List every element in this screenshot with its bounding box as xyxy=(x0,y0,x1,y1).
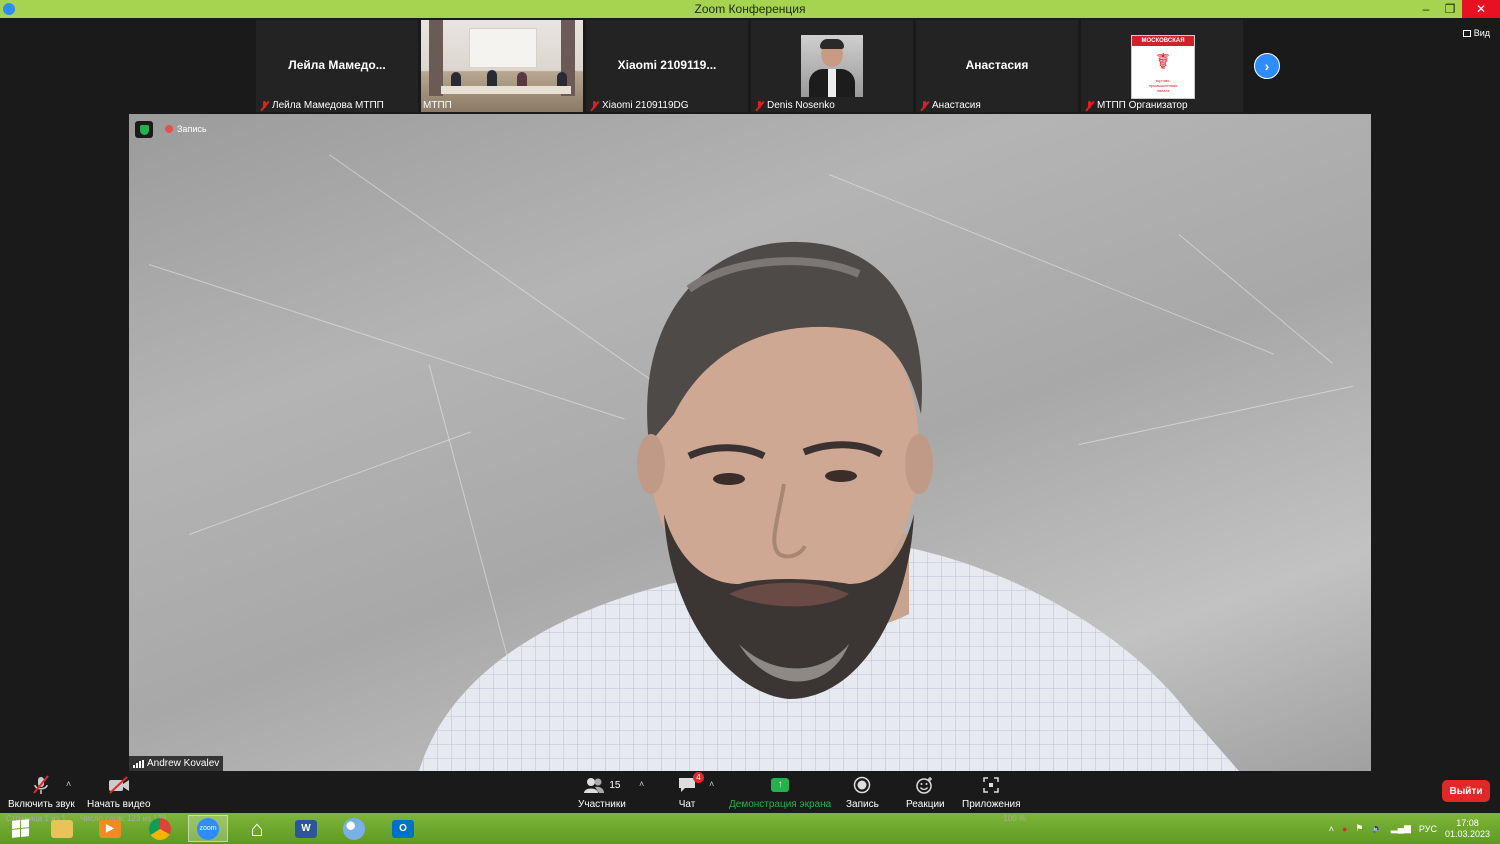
participants-options-caret-icon[interactable]: ˄ xyxy=(639,779,644,789)
meeting-toolbar: Включить звук ˄ Начать видео 15 Участник… xyxy=(0,771,1500,813)
participant-display-name: Лейла Мамедо... xyxy=(288,58,386,72)
share-screen-button[interactable]: ↑ Демонстрация экрана xyxy=(729,775,831,810)
audio-options-caret-icon[interactable]: ˄ xyxy=(66,779,71,789)
window-title: Zoom Конференция xyxy=(694,2,806,16)
zoom-icon: zoom xyxy=(197,817,219,840)
leave-meeting-button[interactable]: Выйти xyxy=(1442,780,1490,802)
participant-tile[interactable]: Xiaomi 2109119... Xiaomi 2109119DG xyxy=(586,20,748,112)
mic-muted-icon xyxy=(755,100,764,111)
view-button-label: Вид xyxy=(1473,28,1490,38)
taskbar-media-player[interactable]: ▶ xyxy=(90,815,130,842)
volume-icon[interactable]: 🔈 xyxy=(1371,823,1382,834)
word-zoom-level: 100 % xyxy=(1003,813,1026,823)
taskbar-word[interactable]: W xyxy=(286,815,326,842)
participant-label: МТПП Организатор xyxy=(1097,100,1188,111)
participant-tile[interactable]: МОСКОВСКАЯ ☤ торгово-промышленная палата … xyxy=(1081,20,1243,112)
participants-icon: 15 xyxy=(583,775,620,795)
speaker-name-tag: Andrew Kovalev xyxy=(129,756,224,771)
clock-date: 01.03.2023 xyxy=(1444,828,1490,839)
recording-dot-icon xyxy=(165,125,173,133)
network-icon[interactable]: ▂▄▆ xyxy=(1391,823,1411,834)
mic-muted-icon xyxy=(590,100,599,111)
mic-muted-icon xyxy=(1085,100,1094,111)
record-icon xyxy=(853,775,871,795)
microphone-muted-icon xyxy=(32,775,50,795)
taskbar-outlook[interactable]: O xyxy=(383,815,423,842)
view-button[interactable]: Вид xyxy=(1462,28,1490,38)
grid-view-icon xyxy=(1462,29,1471,37)
participant-label: Denis Nosenko xyxy=(767,100,835,111)
taskbar-home[interactable]: ⌂ xyxy=(237,815,277,842)
chat-icon: 4 xyxy=(677,772,704,795)
participant-tile[interactable]: Лейла Мамедо... Лейла Мамедова МТПП xyxy=(256,20,418,112)
speaker-silhouette xyxy=(419,241,1239,771)
clock-time: 17:08 xyxy=(1456,817,1479,828)
word-icon: W xyxy=(295,819,317,838)
next-page-chevron-icon[interactable]: › xyxy=(1254,53,1280,79)
participant-label: Анастасия xyxy=(932,100,981,111)
smiley-icon xyxy=(916,775,934,795)
participant-label: Лейла Мамедова МТПП xyxy=(272,100,384,111)
participant-tile[interactable]: Denis Nosenko xyxy=(751,20,913,112)
chrome-icon xyxy=(149,817,171,840)
windows-taskbar: Страница 1 из 1 Число слов: 123 из 138 1… xyxy=(0,813,1500,844)
tray-expand-icon[interactable]: ˄ xyxy=(1329,824,1334,834)
share-screen-icon: ↑ xyxy=(771,778,790,792)
taskbar-explorer[interactable] xyxy=(42,815,82,842)
restore-button[interactable]: ❐ xyxy=(1438,0,1462,18)
participant-display-name: Xiaomi 2109119... xyxy=(617,58,717,72)
participants-count: 15 xyxy=(609,779,621,791)
chat-unread-badge: 4 xyxy=(693,772,704,783)
participant-strip: Лейла Мамедо... Лейла Мамедова МТПП МТПП… xyxy=(0,18,1500,114)
profile-photo xyxy=(801,35,863,97)
taskbar-chrome[interactable] xyxy=(140,815,180,842)
signal-strength-icon xyxy=(133,759,144,768)
unmute-button[interactable]: Включить звук xyxy=(8,775,75,810)
outlook-icon: O xyxy=(392,819,414,838)
window-titlebar: Zoom Конференция – ❐ ✕ xyxy=(0,0,1500,18)
folder-icon xyxy=(51,819,73,838)
apps-icon xyxy=(982,775,1000,795)
recording-indicator: Запись xyxy=(165,124,207,134)
system-tray: ˄ ● ⚑ 🔈 ▂▄▆ РУС 17:08 01.03.2023 xyxy=(1329,813,1500,844)
recording-label: Запись xyxy=(177,124,207,134)
chat-button[interactable]: 4 Чат xyxy=(677,772,704,810)
paint-icon xyxy=(343,817,365,840)
speaker-name: Andrew Kovalev xyxy=(147,758,220,769)
participant-label: МТПП xyxy=(423,100,452,111)
minimize-button[interactable]: – xyxy=(1414,0,1438,18)
start-video-button[interactable]: Начать видео xyxy=(87,775,151,810)
taskbar-paint[interactable] xyxy=(334,815,374,842)
start-button[interactable] xyxy=(0,815,40,842)
antivirus-icon[interactable]: ● xyxy=(1342,824,1347,834)
mic-muted-icon xyxy=(260,100,269,111)
conference-room-video xyxy=(421,20,583,112)
language-indicator[interactable]: РУС xyxy=(1419,824,1437,834)
close-button[interactable]: ✕ xyxy=(1462,0,1500,18)
windows-logo-icon xyxy=(11,819,29,838)
participant-tile[interactable]: Анастасия Анастасия xyxy=(916,20,1078,112)
clock[interactable]: 17:08 01.03.2023 xyxy=(1445,818,1490,840)
reactions-button[interactable]: Реакции xyxy=(906,775,945,810)
home-icon: ⌂ xyxy=(250,815,264,841)
participants-button[interactable]: 15 Участники xyxy=(578,775,626,810)
apps-button[interactable]: Приложения xyxy=(962,775,1021,810)
participant-label: Xiaomi 2109119DG xyxy=(602,100,689,111)
flag-icon[interactable]: ⚑ xyxy=(1355,823,1363,834)
taskbar-zoom[interactable]: zoom xyxy=(188,815,228,842)
chat-options-caret-icon[interactable]: ˄ xyxy=(709,779,714,789)
record-button[interactable]: Запись xyxy=(846,775,879,810)
participant-display-name: Анастасия xyxy=(965,58,1029,72)
chamber-of-commerce-logo: МОСКОВСКАЯ ☤ торгово-промышленная палата xyxy=(1131,35,1195,99)
media-player-icon: ▶ xyxy=(99,819,121,838)
camera-off-icon xyxy=(108,775,130,795)
active-speaker-video: Запись Andrew Kovalev xyxy=(129,114,1371,771)
participant-tile[interactable]: МТПП xyxy=(421,20,583,112)
mic-muted-icon xyxy=(920,100,929,111)
zoom-app-icon xyxy=(3,3,15,15)
security-shield-icon[interactable] xyxy=(135,121,153,138)
